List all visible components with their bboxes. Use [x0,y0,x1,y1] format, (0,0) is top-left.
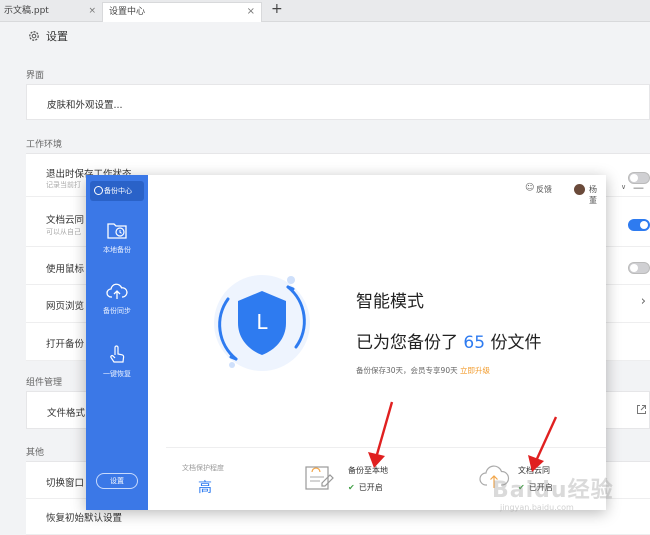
row-sublabel: 记录当前打 [46,181,81,189]
side-tab-backup-center[interactable]: 备份中心 [90,181,144,201]
username[interactable]: 杨 董 [589,184,606,206]
settings-header: 设置 [0,22,650,52]
gear-icon [29,31,39,41]
side-item-local-backup[interactable]: 本地备份 [86,219,148,255]
mouse-toggle[interactable] [628,262,650,274]
backup-center-icon [94,186,103,195]
tab-close-icon[interactable]: × [247,3,255,21]
check-icon: ✔ [348,483,355,492]
dialog-settings-button[interactable]: 设置 [96,473,138,489]
feedback-icon: ☺ [525,183,535,193]
backup-count-line: 已为您备份了 65 份文件 [356,328,541,353]
hand-tap-icon [110,345,125,363]
chevron-down-icon[interactable]: ∨ [621,183,626,191]
minimize-button[interactable]: — [633,181,644,194]
side-item-label: 备份同步 [103,307,131,315]
dialog-titlebar: ☺ 反馈 杨 董 ∨ — ✕ [148,175,644,206]
avatar[interactable] [574,184,585,195]
side-item-label: 本地备份 [103,246,131,254]
tab-label: 设置中心 [109,7,146,17]
upgrade-link[interactable]: 立即升级 [460,366,490,375]
row-skin-settings[interactable]: 皮肤和外观设置... [26,84,650,120]
external-link-icon [637,405,646,414]
section-components: 组件管理 [26,378,63,388]
protection-level-value: 高 [198,480,212,496]
watermark-url: jingyan.baidu.com [500,503,574,512]
side-item-backup-sync[interactable]: 备份同步 [86,282,148,316]
side-tab-label: 备份中心 [104,187,132,195]
side-item-one-click-restore[interactable]: 一键恢复 [86,343,148,379]
backup-count-suffix: 份文件 [485,333,542,353]
annotation-arrow [368,401,394,468]
row-label: 文档云同 [46,215,85,226]
page-title: 设置 [46,30,68,43]
cloud-sync-toggle[interactable] [628,219,650,231]
mode-headline: 智能模式 [356,292,424,312]
row-label: 使用鼠标 [46,264,85,275]
tab-presentation[interactable]: 示文稿.ppt × [0,2,100,22]
new-tab-button[interactable]: + [271,1,283,17]
local-backup-status: ✔ 已开启 [348,482,383,493]
tab-settings-center[interactable]: 设置中心 × [102,2,262,22]
watermark-brand: Baidu经验 [492,478,614,503]
retention-note: 备份保存30天，会员专享90天 立即升级 [356,365,490,376]
status-text: 已开启 [358,483,383,492]
row-sublabel: 可以从自己 [46,228,81,236]
shield-icon: L [214,275,310,371]
tab-close-icon[interactable]: × [88,2,96,20]
row-label: 恢复初始默认设置 [46,513,123,524]
local-backup-icon [305,466,334,490]
chevron-right-icon: › [640,294,646,309]
section-interface: 界面 [26,71,45,81]
row-label: 网页浏览 [46,301,85,312]
section-other: 其他 [26,448,45,458]
cloud-upload-icon [106,283,128,299]
backup-center-dialog: 备份中心 本地备份 备份同步 一键恢复 设置 ☺ 反馈 杨 董 ∨ — L 智能… [86,175,644,510]
feedback-link[interactable]: 反馈 [536,184,552,195]
shield-letter: L [256,310,268,334]
side-item-label: 一键恢复 [103,370,131,378]
row-label: 文件格式 [47,408,86,419]
annotation-arrow [528,416,558,472]
tab-bar: 示文稿.ppt × 设置中心 × + [0,0,650,22]
section-work-env: 工作环境 [26,140,63,150]
folder-clock-icon [107,223,127,239]
tab-label: 示文稿.ppt [4,6,49,16]
backup-count-number: 65 [463,333,486,353]
row-label: 打开备份 [46,339,85,350]
row-label: 皮肤和外观设置... [47,100,123,111]
row-label: 切换窗口 [46,478,85,489]
backup-count-prefix: 已为您备份了 [356,333,464,353]
retention-text: 备份保存30天，会员专享90天 [356,366,458,375]
protection-level-label: 文档保护程度 [182,464,224,472]
dialog-sidebar: 备份中心 本地备份 备份同步 一键恢复 设置 [86,175,148,510]
